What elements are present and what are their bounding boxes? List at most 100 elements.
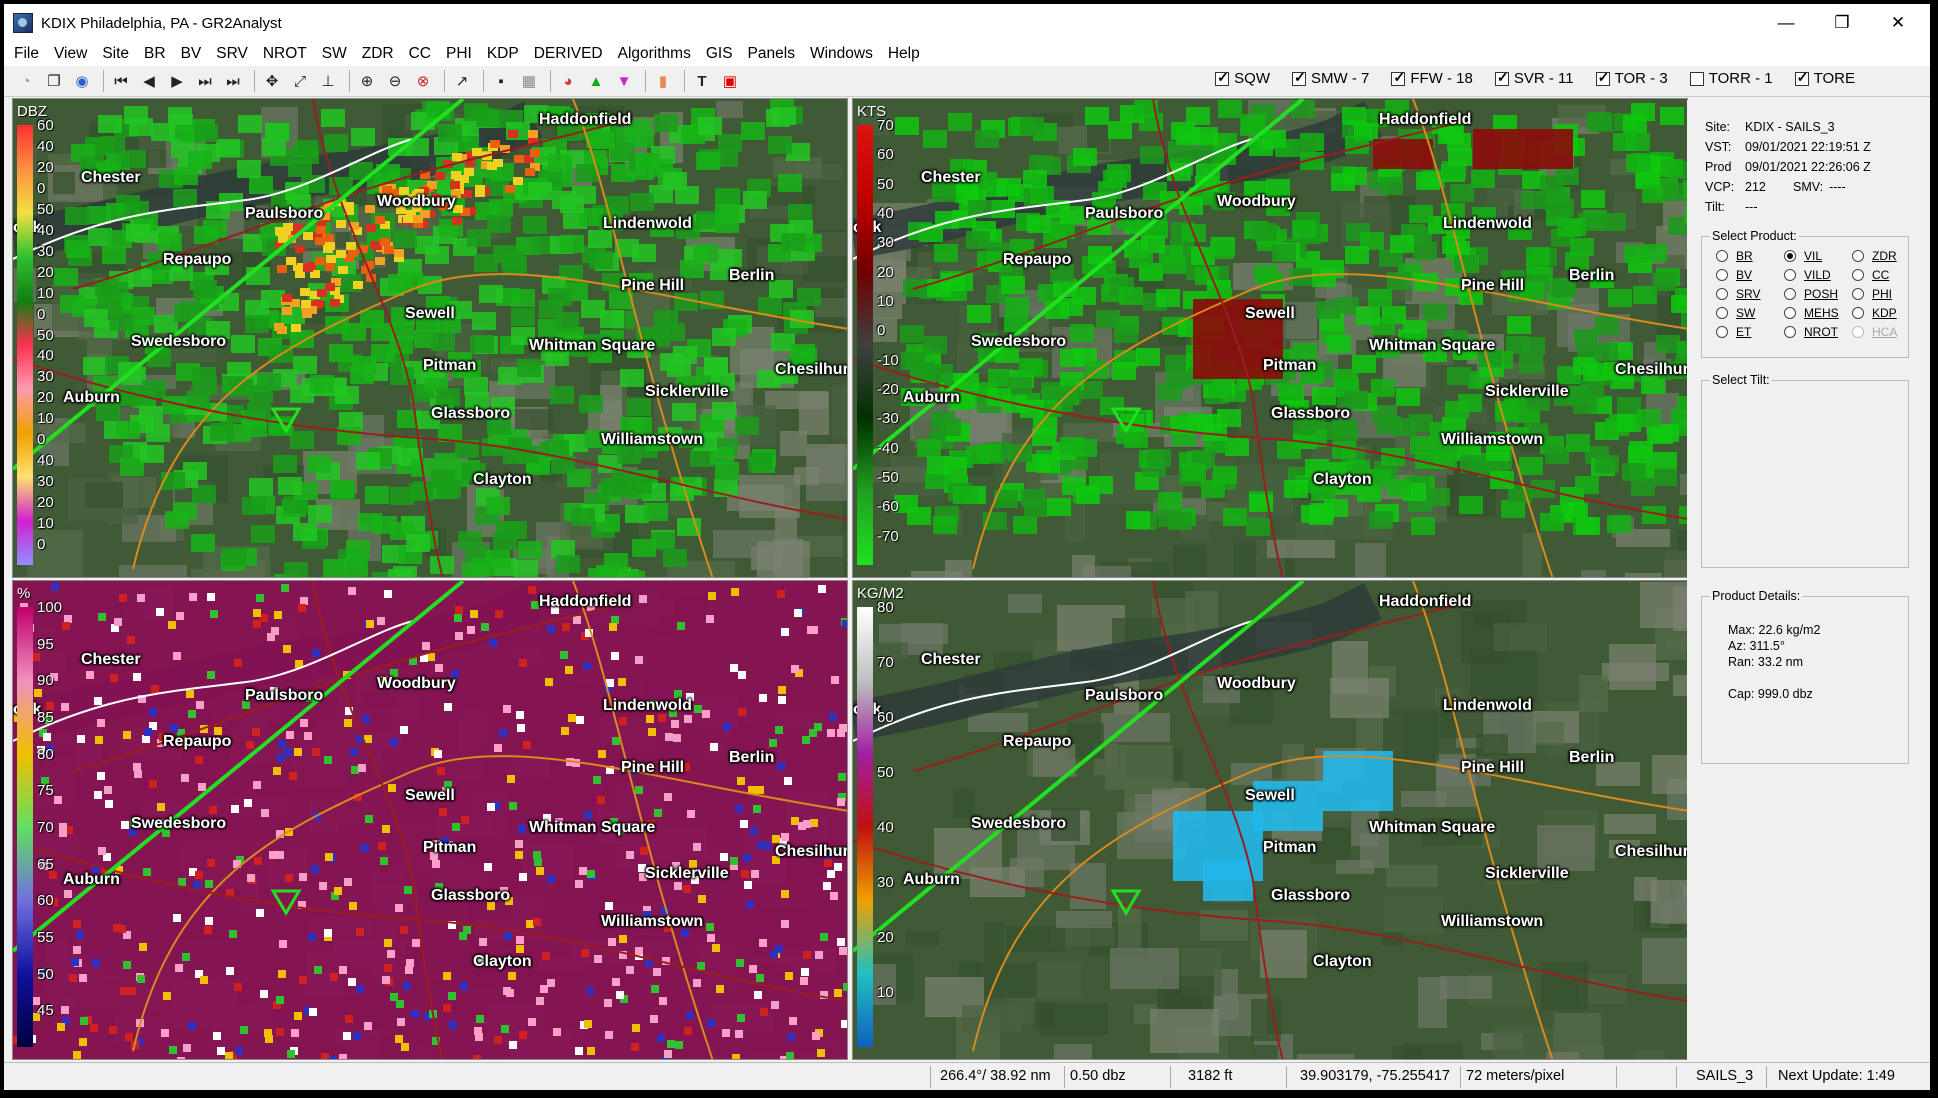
product-radio-zdr[interactable]: ZDR [1852,249,1897,263]
zoom-in-icon[interactable]: ⊕ [355,69,379,93]
checkbox-icon[interactable] [1494,69,1509,86]
close-button[interactable]: ✕ [1870,4,1926,42]
zoom-out-icon[interactable]: ⊖ [383,69,407,93]
menu-site[interactable]: Site [102,45,129,63]
radio-icon[interactable] [1852,307,1864,319]
checkbox-icon[interactable] [1391,69,1406,86]
menu-algorithms[interactable]: Algorithms [618,45,691,63]
radio-icon[interactable] [1784,288,1796,300]
radio-icon[interactable] [1784,250,1796,262]
cc-pixel [309,1008,317,1016]
radio-icon[interactable] [1784,326,1796,338]
cross-section-icon[interactable]: ⊥ [316,69,340,93]
menu-srv[interactable]: SRV [216,45,248,63]
warn-tor[interactable]: TOR - 3 [1595,69,1668,87]
menu-nrot[interactable]: NROT [263,45,307,63]
radio-icon[interactable] [1716,307,1728,319]
menu-panels[interactable]: Panels [748,45,795,63]
checkbox-icon[interactable] [1689,71,1704,86]
radar-panel-4[interactable]: Haddonfield Chester Paulsboro Woodbury Linde… [852,580,1688,1060]
checkbox-icon[interactable] [1292,69,1307,86]
terrain-patch [1260,930,1307,978]
zoom-reset-icon[interactable]: ⊗ [411,69,435,93]
warn-torr[interactable]: TORR - 1 [1689,70,1773,87]
radio-icon[interactable] [1716,288,1728,300]
radio-icon[interactable] [1852,288,1864,300]
maximize-button[interactable]: ❐ [1814,4,1870,42]
copy-icon[interactable]: ❐ [42,69,66,93]
warn-ffw[interactable]: FFW - 18 [1391,69,1473,87]
cc-pixel [626,966,634,974]
checkbox-icon[interactable] [1595,69,1610,86]
radio-icon[interactable] [1852,250,1864,262]
product-radio-kdp[interactable]: KDP [1852,306,1897,320]
radio-icon[interactable] [1716,250,1728,262]
radio-icon[interactable] [1784,307,1796,319]
product-radio-vild[interactable]: VILD [1784,268,1831,282]
warn-svr[interactable]: SVR - 11 [1494,69,1574,87]
menu-derived[interactable]: DERIVED [534,45,603,63]
radio-icon[interactable] [1716,326,1728,338]
checkbox-icon[interactable] [1794,69,1809,86]
product-radio-mehs[interactable]: MEHS [1784,306,1839,320]
product-radio-sw[interactable]: SW [1716,306,1755,320]
next-frame-icon[interactable]: ⏭ [193,69,217,93]
product-radio-bv[interactable]: BV [1716,268,1752,282]
minimize-button[interactable]: — [1758,4,1814,42]
city-label-glassboro: Glassboro [431,887,511,904]
open-icon[interactable]: ◔ [14,69,38,93]
cc-pixel [775,945,783,953]
radio-label: CC [1872,268,1890,282]
warn-sqw[interactable]: SQW [1215,69,1271,87]
measure-icon[interactable]: ⤢ [288,69,312,93]
grid-icon[interactable]: ▦ [517,69,541,93]
product-radio-et[interactable]: ET [1716,325,1751,339]
product-radio-vil[interactable]: VIL [1784,249,1822,263]
radar-panel-2[interactable]: Haddonfield Chester Paulsboro Woodbury Linde… [852,98,1688,578]
radio-icon[interactable] [1784,269,1796,281]
placefile-icon[interactable]: ▮ [651,69,675,93]
globe-icon[interactable]: ◉ [70,69,94,93]
menu-phi[interactable]: PHI [446,45,472,63]
radio-icon[interactable] [1716,269,1728,281]
meso-icon[interactable]: ▲ [584,69,608,93]
pan-icon[interactable]: ✥ [260,69,284,93]
menu-windows[interactable]: Windows [810,45,873,63]
stop-icon[interactable]: ▣ [718,69,742,93]
product-radio-phi[interactable]: PHI [1852,287,1892,301]
storm-track-icon[interactable]: ▪ [489,69,513,93]
product-radio-hca[interactable]: HCA [1852,325,1897,339]
radio-icon[interactable] [1852,269,1864,281]
checkbox-icon[interactable] [1215,69,1230,86]
menu-view[interactable]: View [54,45,87,63]
warn-label: SQW [1234,70,1271,87]
warn-smw[interactable]: SMW - 7 [1292,69,1369,87]
play-icon[interactable]: ▶ [165,69,189,93]
last-frame-icon[interactable]: ⏭ [221,69,245,93]
menu-help[interactable]: Help [888,45,920,63]
text-icon[interactable]: T [690,69,714,93]
menu-kdp[interactable]: KDP [487,45,519,63]
prev-frame-icon[interactable]: ◀ [137,69,161,93]
menu-bv[interactable]: BV [181,45,202,63]
menu-zdr[interactable]: ZDR [362,45,394,63]
radar-panel-1[interactable]: Haddonfield Chester Paulsboro Woodbury Linde… [12,98,848,578]
warn-tore[interactable]: TORE [1794,69,1855,87]
color-table-icon[interactable]: ◕ [556,69,580,93]
scale-tick-label: 30 [37,368,54,386]
product-radio-srv[interactable]: SRV [1716,287,1760,301]
menu-cc[interactable]: CC [409,45,431,63]
tvs-icon[interactable]: ▼ [612,69,636,93]
menu-file[interactable]: File [14,45,39,63]
menu-sw[interactable]: SW [322,45,347,63]
arrow-icon[interactable]: ↗ [450,69,474,93]
radio-icon[interactable] [1852,326,1864,338]
menu-br[interactable]: BR [144,45,166,63]
menu-gis[interactable]: GIS [706,45,733,63]
product-radio-posh[interactable]: POSH [1784,287,1838,301]
first-frame-icon[interactable]: ⏮ [109,69,133,93]
product-radio-cc[interactable]: CC [1852,268,1889,282]
product-radio-br[interactable]: BR [1716,249,1753,263]
radar-panel-3[interactable]: Haddonfield Chester Paulsboro Woodbury Linde… [12,580,848,1060]
product-radio-nrot[interactable]: NROT [1784,325,1838,339]
